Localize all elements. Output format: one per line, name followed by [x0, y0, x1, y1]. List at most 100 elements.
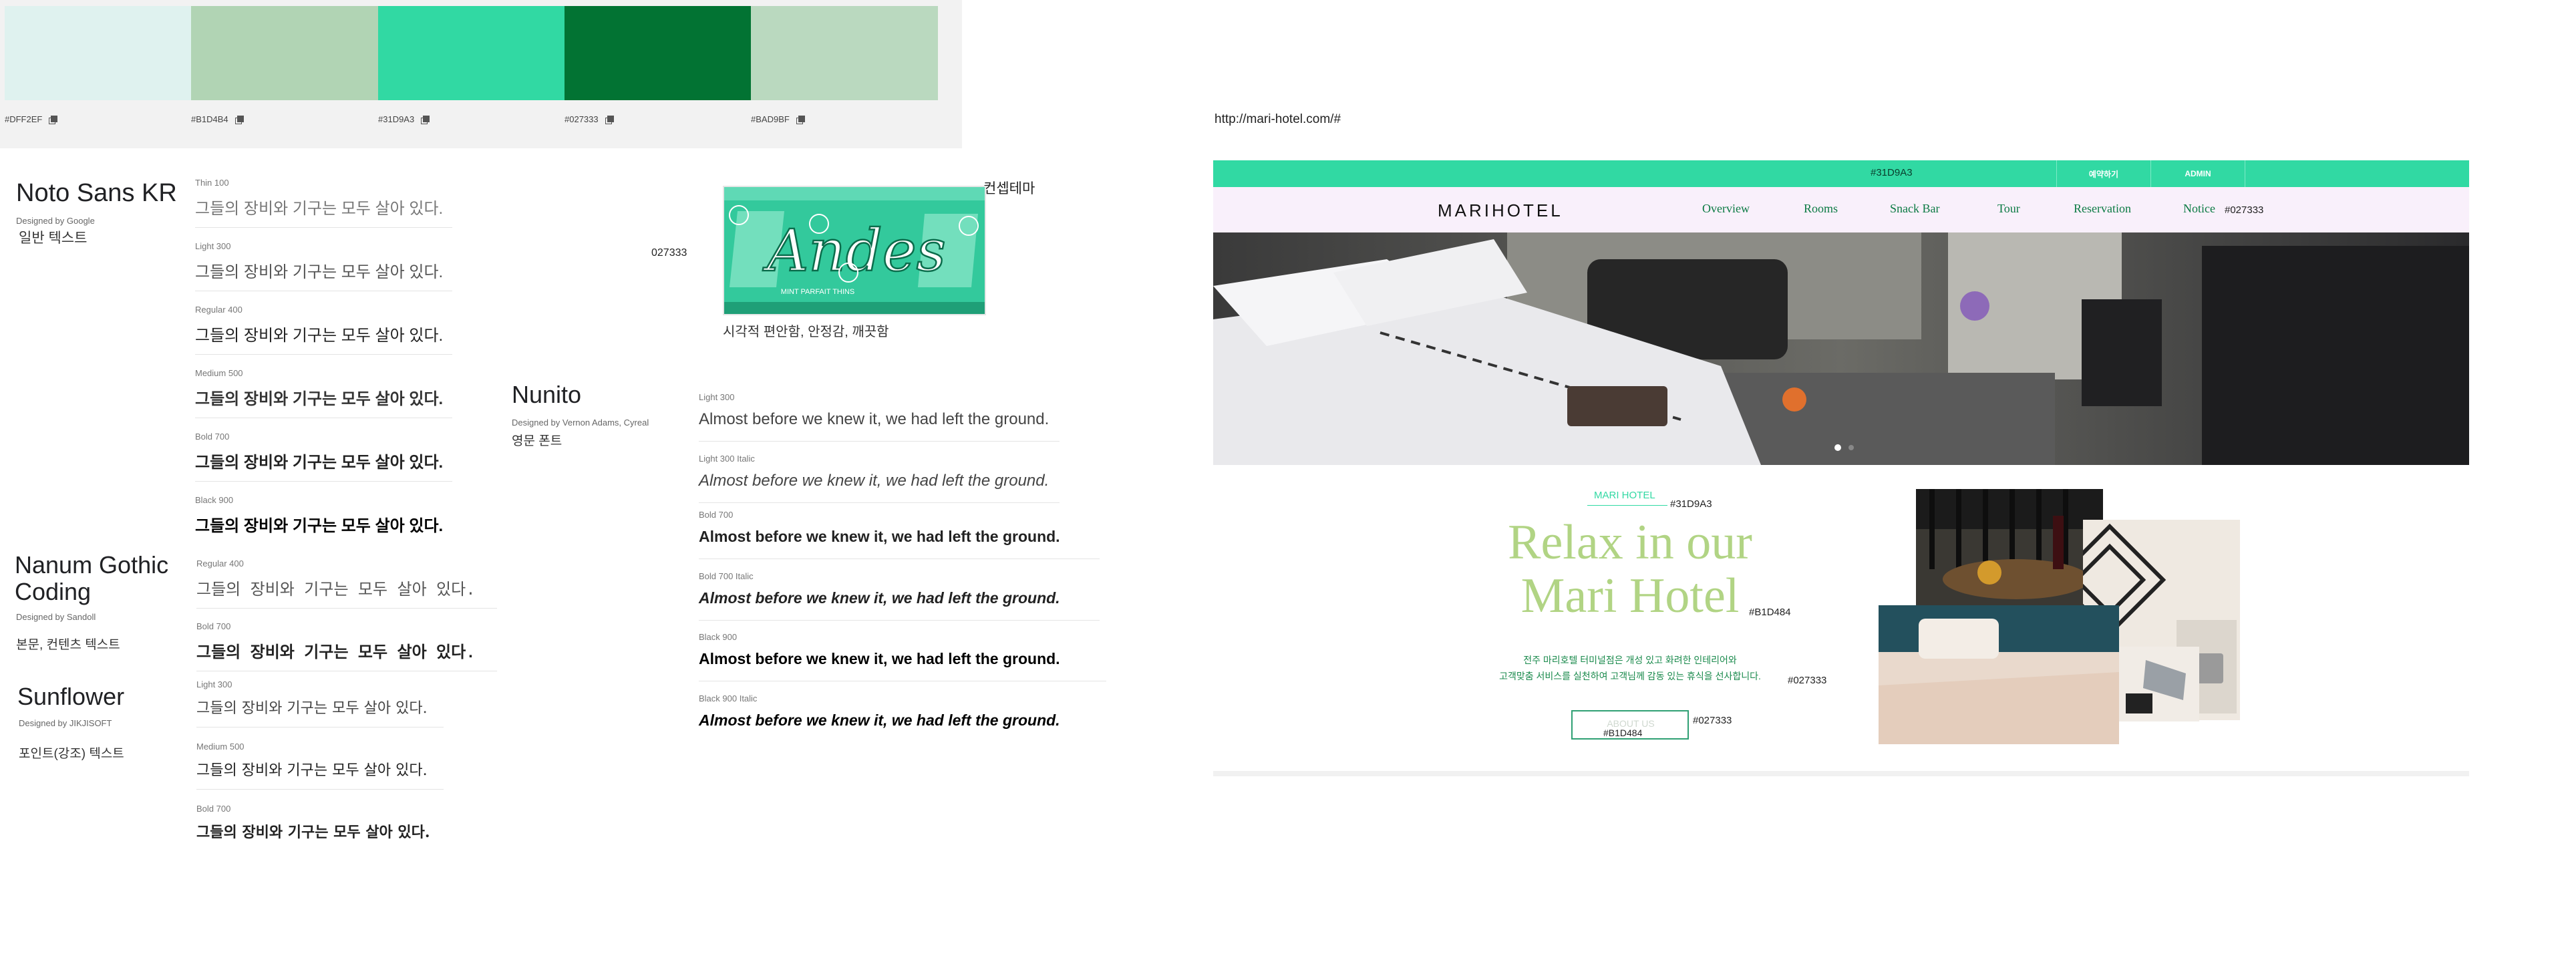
font-note-sunflower: 포인트(강조) 텍스트 [19, 747, 124, 761]
swatch-2[interactable] [191, 6, 378, 100]
swatch-label-5: #BAD9BF [751, 114, 805, 124]
headline-line-1: Relax in our [1508, 515, 1752, 570]
font-sample: Almost before we knew it, we had left th… [699, 711, 1060, 729]
font-name-noto: Noto Sans KR [16, 179, 177, 207]
page-url[interactable]: http://mari-hotel.com/# [1215, 112, 1341, 127]
weight-label: Bold 700 Italic [699, 571, 754, 581]
swatch-1[interactable] [5, 6, 192, 100]
swatch-3[interactable] [378, 6, 565, 100]
nav-item-notice[interactable]: Notice [2183, 202, 2215, 216]
divider [699, 558, 1100, 559]
collage-photo-flowers-bed [1879, 605, 2119, 744]
reserve-link[interactable]: 예약하기 [2057, 160, 2150, 187]
concept-caption: 시각적 편안함, 안정감, 깨끗함 [723, 325, 889, 339]
intro-body: 전주 마리호텔 터미널점은 개성 있고 화려한 인테리어와 고객맞춤 서비스를 … [1470, 652, 1790, 684]
weight-label: Regular 400 [195, 305, 243, 315]
hotel-logo[interactable]: MARIHOTEL [1438, 200, 1563, 221]
swatch-5[interactable] [751, 6, 938, 100]
font-sample: 그들의 장비와 기구는 모두 살아 있다. [195, 263, 444, 281]
hex-note: #027333 [1788, 675, 1827, 686]
weight-label: Regular 400 [196, 558, 244, 569]
font-designer-noto: Designed by Google [16, 216, 95, 226]
nav-item-tour[interactable]: Tour [1997, 202, 2020, 216]
copy-icon[interactable] [796, 115, 805, 124]
font-designer-nunito: Designed by Vernon Adams, Cyreal [512, 418, 649, 428]
hex-note: #027333 [1693, 715, 1732, 726]
font-sample: 그들의 장비와 기구는 모두 살아 있다. [195, 390, 444, 408]
hex-note: #B1D484 [1603, 728, 1643, 738]
font-designer-sunflower: Designed by JIKJISOFT [19, 718, 112, 728]
hex-note: #B1D484 [1749, 607, 1791, 618]
weight-label: Medium 500 [195, 368, 243, 378]
weight-label: Bold 700 [195, 432, 230, 442]
andes-mint-image: Andes MINT PARFAIT THINS [723, 186, 986, 315]
about-us-button[interactable]: ABOUT US #B1D484 [1571, 710, 1689, 740]
font-sample: Almost before we knew it, we had left th… [699, 472, 1050, 490]
andes-brand-text: Andes [762, 218, 946, 285]
swatch-label-4: #027333 [565, 114, 614, 124]
weight-label: Light 300 [195, 241, 231, 251]
admin-link[interactable]: ADMIN [2151, 160, 2245, 187]
hex-note: #31D9A3 [1871, 167, 1913, 178]
font-sample: 그들의 장비와 기구는 모두 살아 있다. [195, 200, 444, 218]
hex-note: #31D9A3 [1670, 498, 1712, 510]
nav-item-rooms[interactable]: Rooms [1804, 202, 1838, 216]
font-note-nunito: 영문 폰트 [512, 434, 562, 448]
hex-note: 027333 [651, 247, 687, 259]
weight-label: Thin 100 [195, 178, 229, 188]
font-sample: 그들의 장비와 기구는 모두 살아 있다. [196, 762, 428, 779]
wine-table-illustration [1916, 489, 2103, 606]
collage-photo-wine [1916, 489, 2103, 606]
hotel-navbar: MARIHOTEL Overview Rooms Snack Bar Tour … [1213, 187, 2469, 232]
copy-icon[interactable] [49, 115, 58, 124]
divider [196, 608, 497, 609]
weight-label: Light 300 [196, 679, 232, 689]
swatch-label-1: #DFF2EF [5, 114, 58, 124]
andes-package-illustration: Andes MINT PARFAIT THINS [724, 187, 985, 314]
intro-label: MARI HOTEL [1594, 490, 1655, 501]
font-sample: Almost before we knew it, we had left th… [699, 589, 1060, 607]
copy-icon[interactable] [605, 115, 614, 124]
headline-line-2: Mari Hotel [1520, 569, 1740, 623]
copy-icon[interactable] [234, 115, 244, 124]
weight-label: Bold 700 [196, 621, 231, 631]
swatch-4[interactable] [565, 6, 752, 100]
weight-label: Medium 500 [196, 742, 245, 752]
color-palette: #DFF2EF #B1D4B4 #31D9A3 #027333 #BAD9BF [0, 0, 962, 148]
font-sample: Almost before we knew it, we had left th… [699, 650, 1060, 667]
divider [195, 354, 452, 355]
intro-headline: Relax in our Mari Hotel [1470, 516, 1790, 623]
weight-label: Black 900 Italic [699, 693, 758, 703]
collage-photo-laptop [2119, 647, 2199, 722]
font-sample: 그들의 장비와 기구는 모두 살아 있다. [196, 645, 476, 663]
font-sample: Almost before we knew it, we had left th… [699, 410, 1050, 428]
font-sample: 그들의 장비와 기구는 모두 살아 있다. [195, 327, 444, 345]
body-line-2: 고객맞춤 서비스를 실천하여 고객님께 감동 있는 휴식을 선사합니다. [1499, 671, 1761, 681]
swatch-label-2: #B1D4B4 [191, 114, 244, 124]
divider [196, 789, 444, 790]
font-sample: 그들의 장비와 기구는 모두 살아 있다. [196, 824, 430, 841]
font-designer-nanum: Designed by Sandoll [16, 612, 96, 622]
divider [195, 481, 452, 482]
font-sample: 그들의 장비와 기구는 모두 살아 있다. [195, 517, 444, 535]
hero-bedroom-illustration [1213, 232, 2469, 465]
weight-label: Light 300 Italic [699, 454, 755, 464]
font-note-nanum: 본문, 컨텐츠 텍스트 [16, 638, 120, 652]
font-name-nunito: Nunito [512, 381, 582, 408]
font-sample: 그들의 장비와 기구는 모두 살아 있다. [196, 700, 428, 717]
hotel-topbar: #31D9A3 예약하기 ADMIN [1213, 160, 2469, 187]
nav-item-snack-bar[interactable]: Snack Bar [1890, 202, 1939, 216]
divider [1587, 505, 1667, 506]
font-name-nanum: Nanum Gothic Coding [15, 551, 169, 605]
copy-icon[interactable] [421, 115, 430, 124]
flowers-bed-illustration [1879, 605, 2119, 744]
divider [196, 727, 444, 728]
font-note-noto: 일반 텍스트 [19, 230, 88, 246]
weight-label: Black 900 [699, 632, 738, 642]
font-sample: Almost before we knew it, we had left th… [699, 528, 1060, 545]
nav-item-overview[interactable]: Overview [1702, 202, 1750, 216]
nav-item-reservation[interactable]: Reservation [2074, 202, 2131, 216]
laptop-illustration [2119, 647, 2199, 722]
hero-room-photo [1213, 232, 2469, 465]
weight-label: Light 300 [699, 392, 735, 402]
